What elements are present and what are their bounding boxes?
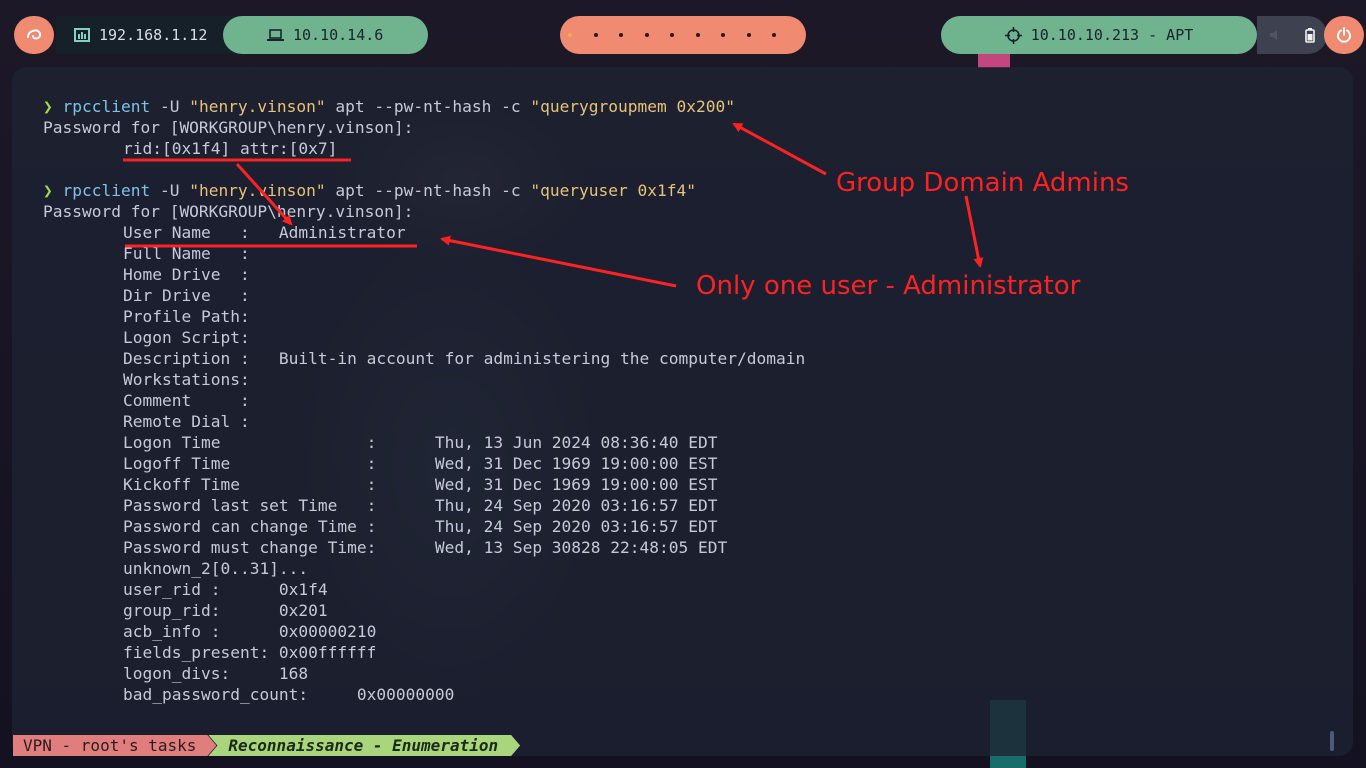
arrow-group-to-user — [964, 195, 984, 268]
arrow-rid-to-user — [235, 162, 293, 226]
arrow-to-querygroupmem — [732, 122, 827, 176]
annotation-group-domain-admins: Group Domain Admins — [836, 168, 1129, 198]
arrow-to-administrator — [440, 235, 677, 288]
annotation-layer — [123, 122, 984, 288]
annotation-only-one-user: Only one user - Administrator — [696, 271, 1081, 301]
